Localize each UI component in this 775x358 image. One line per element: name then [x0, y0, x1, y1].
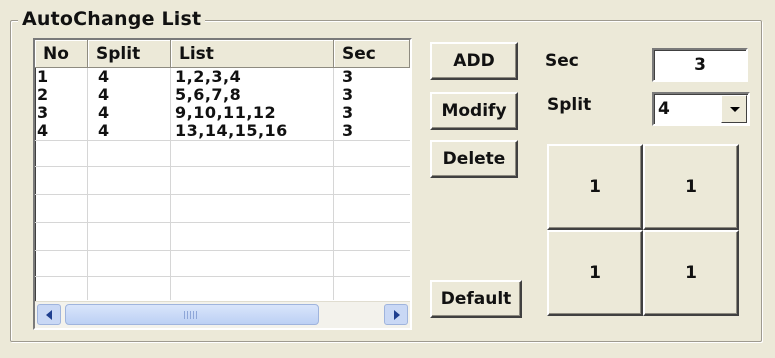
cell-no: 2 — [37, 85, 49, 104]
table-row[interactable]: 4 4 13,14,15,16 3 — [35, 122, 410, 140]
split-select[interactable]: 4 — [652, 92, 750, 126]
add-button[interactable]: ADD — [430, 42, 518, 80]
grid-line — [35, 222, 410, 223]
sec-label: Sec — [545, 51, 579, 71]
add-button-label: ADD — [453, 51, 495, 71]
delete-button[interactable]: Delete — [430, 140, 518, 178]
cell-split: 4 — [98, 85, 110, 104]
scroll-left-button[interactable] — [37, 304, 61, 325]
preview-cell-2[interactable]: 1 — [643, 144, 739, 230]
column-header-list[interactable]: List — [171, 40, 334, 68]
list-header: No Split List Sec — [35, 40, 410, 68]
table-row[interactable]: 1 4 1,2,3,4 3 — [35, 68, 410, 86]
preview-cell-1[interactable]: 1 — [547, 144, 643, 230]
cell-split: 4 — [98, 103, 110, 122]
grid-line — [35, 250, 410, 251]
grid-line — [35, 276, 410, 277]
split-label: Split — [547, 95, 592, 115]
preview-cell-3[interactable]: 1 — [547, 230, 643, 316]
cell-list: 13,14,15,16 — [175, 121, 288, 140]
cell-list: 5,6,7,8 — [175, 85, 242, 104]
cell-split: 4 — [98, 121, 110, 140]
column-header-sec[interactable]: Sec — [334, 40, 410, 68]
column-header-split[interactable]: Split — [88, 40, 171, 68]
scrollbar-thumb[interactable] — [65, 304, 319, 325]
cell-no: 3 — [37, 103, 49, 122]
chevron-right-icon — [394, 310, 400, 320]
cell-sec: 3 — [342, 121, 354, 140]
modify-button[interactable]: Modify — [430, 92, 518, 130]
grid-line — [35, 140, 410, 141]
scroll-right-button[interactable] — [384, 304, 408, 325]
cell-sec: 3 — [342, 67, 354, 86]
delete-button-label: Delete — [442, 149, 506, 169]
chevron-left-icon — [46, 310, 52, 320]
split-select-value: 4 — [658, 99, 670, 119]
grip-icon — [184, 311, 198, 319]
table-row[interactable]: 3 4 9,10,11,12 3 — [35, 104, 410, 122]
grid-line — [170, 68, 171, 300]
cell-no: 1 — [37, 67, 49, 86]
preview-cell-4[interactable]: 1 — [643, 230, 739, 316]
autochange-listview[interactable]: No Split List Sec 1 4 1,2,3,4 3 2 4 5,6,… — [33, 38, 412, 330]
default-button-label: Default — [440, 289, 512, 309]
groupbox-title: AutoChange List — [18, 8, 206, 30]
grid-line — [35, 166, 410, 167]
cell-sec: 3 — [342, 103, 354, 122]
grid-line — [87, 68, 88, 300]
cell-sec: 3 — [342, 85, 354, 104]
horizontal-scrollbar[interactable] — [35, 301, 410, 328]
default-button[interactable]: Default — [430, 280, 522, 318]
column-header-no[interactable]: No — [35, 40, 88, 68]
split-dropdown-button[interactable] — [721, 95, 747, 123]
cell-list: 1,2,3,4 — [175, 67, 242, 86]
sec-input[interactable]: 3 — [652, 48, 748, 82]
list-body: 1 4 1,2,3,4 3 2 4 5,6,7,8 3 3 4 9,10,11,… — [35, 68, 410, 300]
modify-button-label: Modify — [441, 101, 507, 121]
cell-split: 4 — [98, 67, 110, 86]
grid-line — [333, 68, 334, 300]
cell-no: 4 — [37, 121, 49, 140]
autochange-dialog: AutoChange List No Split List Sec 1 4 1,… — [0, 0, 775, 358]
table-row[interactable]: 2 4 5,6,7,8 3 — [35, 86, 410, 104]
grid-line — [35, 194, 410, 195]
chevron-down-icon — [730, 107, 740, 112]
cell-list: 9,10,11,12 — [175, 103, 277, 122]
